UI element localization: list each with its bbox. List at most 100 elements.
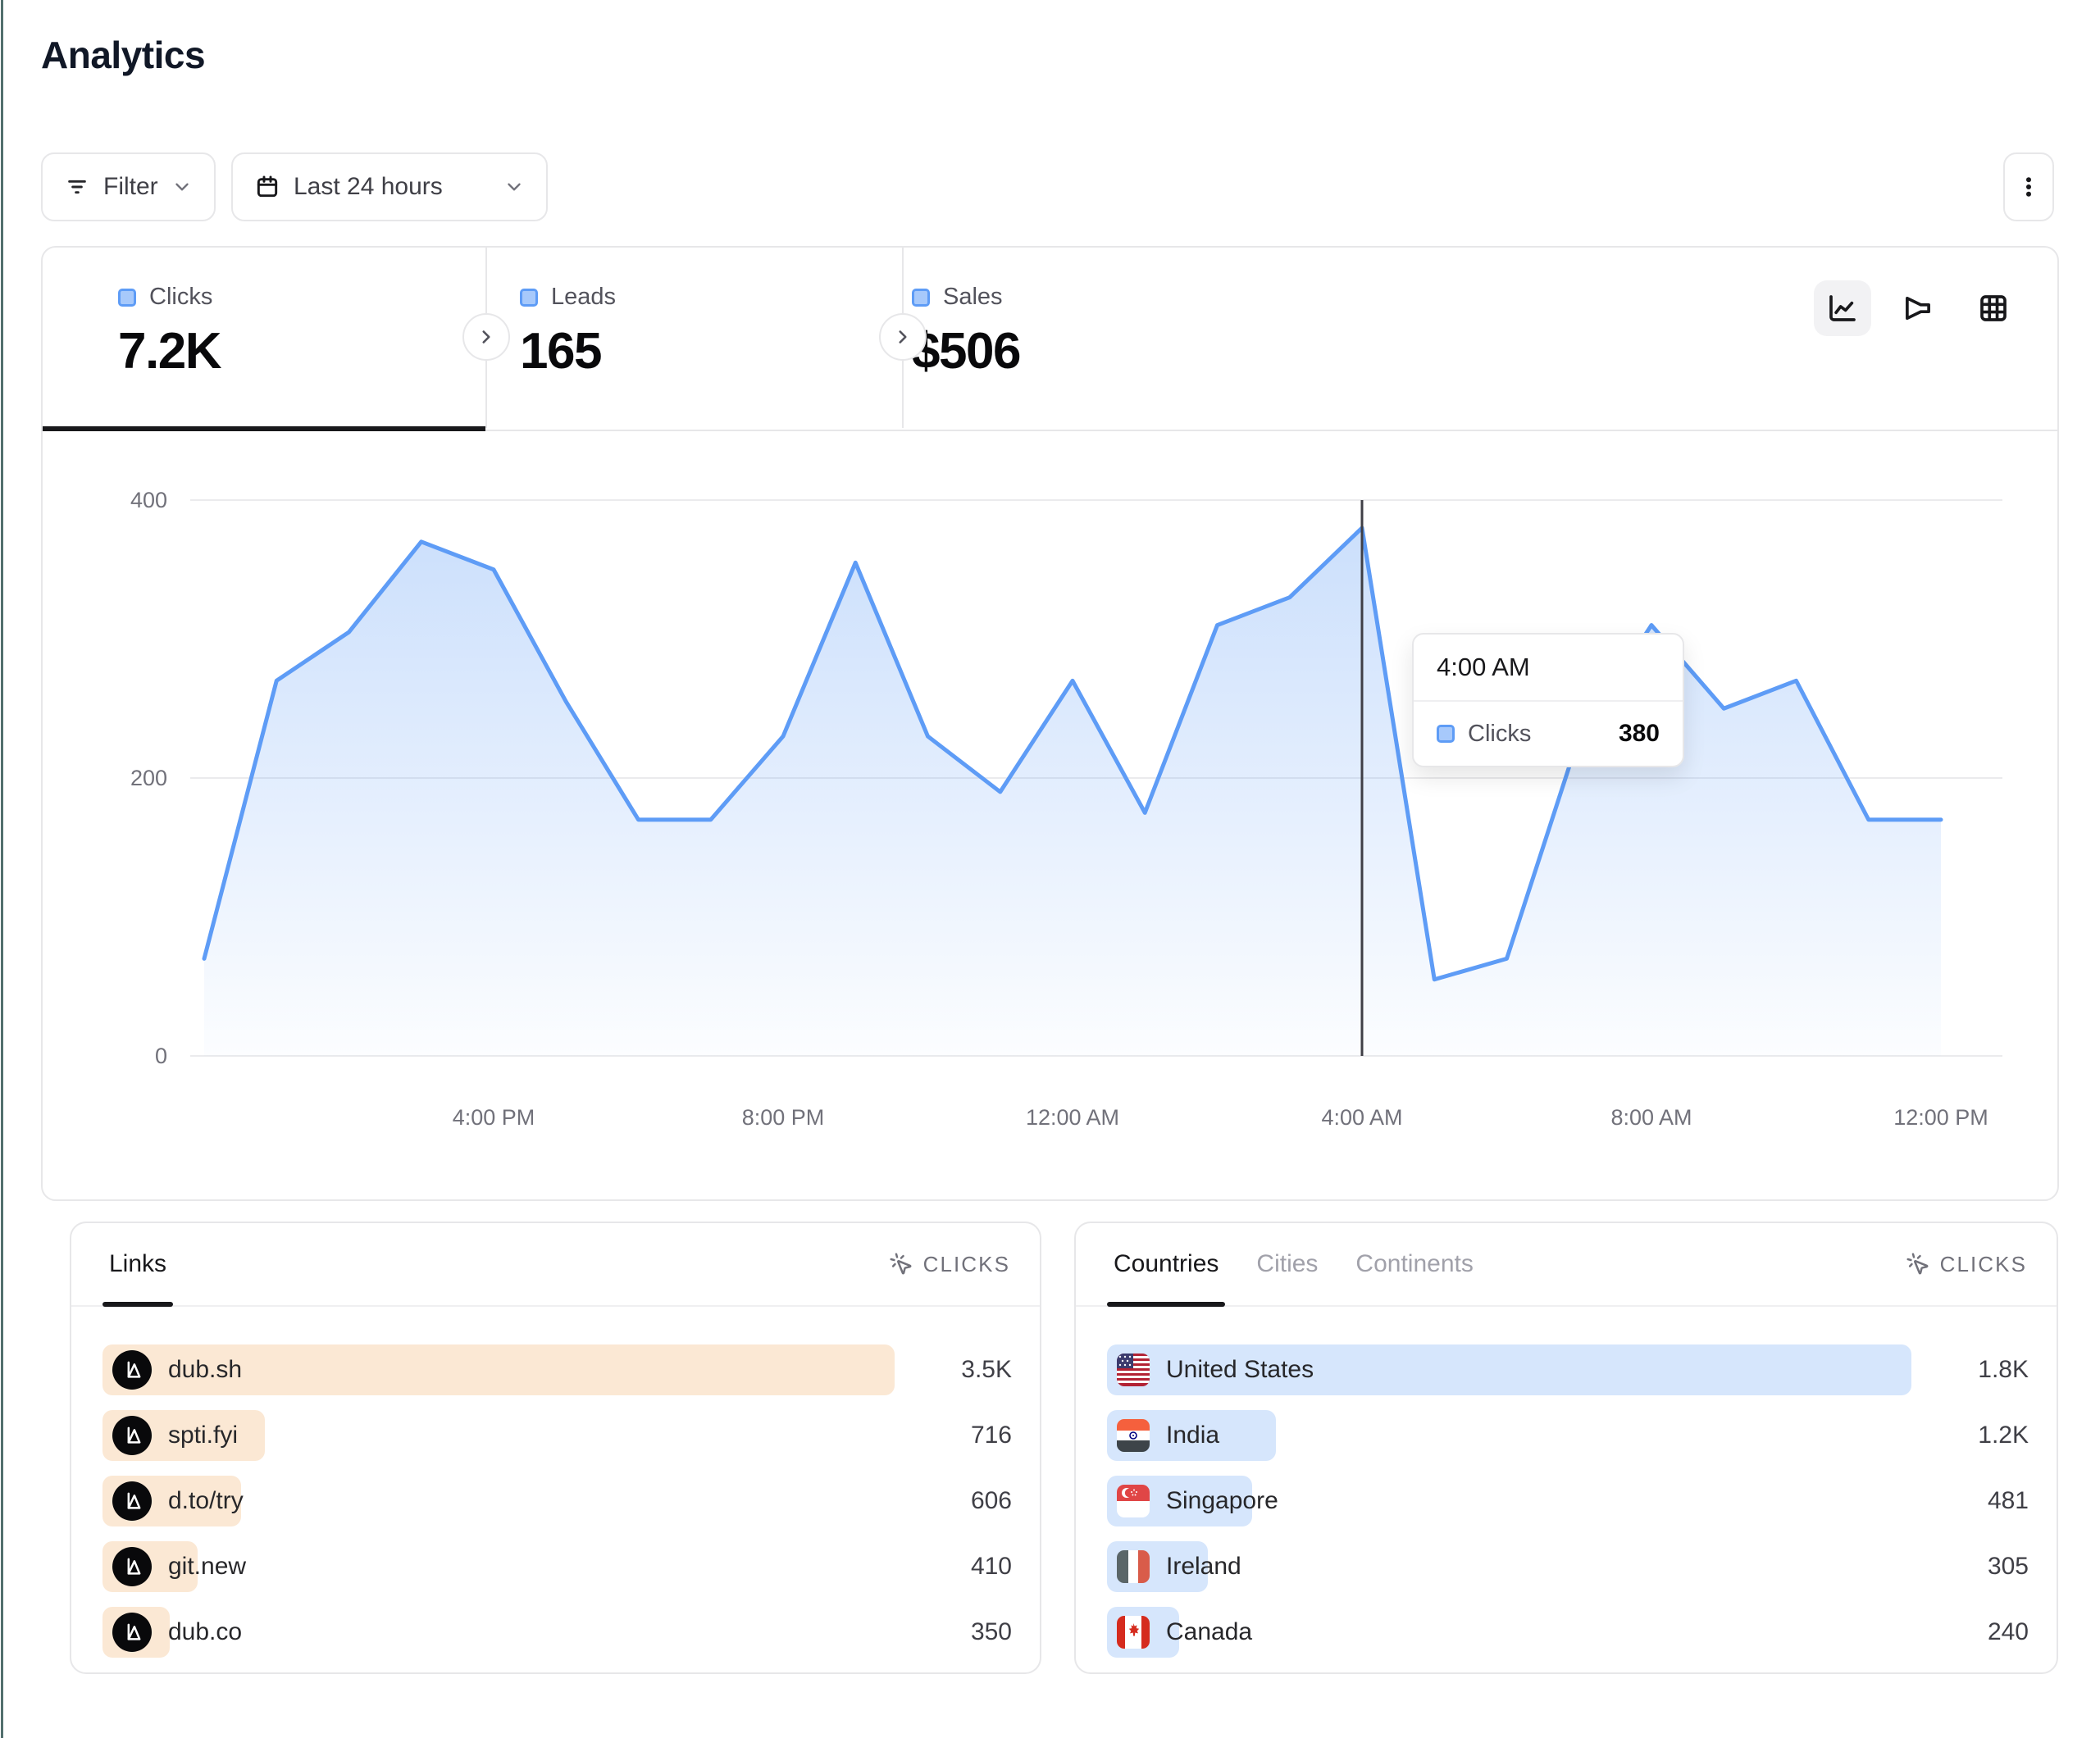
svg-text:8:00 AM: 8:00 AM <box>1610 1105 1692 1130</box>
metric-selector[interactable]: CLICKS <box>889 1252 1010 1277</box>
dub-logo-icon <box>112 1613 152 1652</box>
stat-value: 7.2K <box>118 322 221 380</box>
list-item-value: 481 <box>1934 1487 2029 1515</box>
stat-tab-leads[interactable]: Leads 165 <box>520 284 616 380</box>
chart-tooltip: 4:00 AM Clicks 380 <box>1412 633 1684 767</box>
chart-type-toggles <box>1814 280 2022 336</box>
metric-label: CLICKS <box>1940 1252 2027 1277</box>
stat-value: 165 <box>520 322 616 380</box>
tab-links[interactable]: Links <box>109 1223 166 1305</box>
line-chart-toggle[interactable] <box>1814 280 1871 336</box>
cursor-click-icon <box>1906 1252 1930 1276</box>
tooltip-series-label: Clicks <box>1468 721 1531 748</box>
clicks-area-chart[interactable]: 0 200 400 4:00 PM 8:00 PM 12:00 AM 4:00 AM 8:00… <box>43 430 2057 1201</box>
dub-logo-icon <box>112 1350 152 1390</box>
svg-text:4:00 PM: 4:00 PM <box>453 1105 535 1130</box>
list-item-value: 716 <box>918 1422 1012 1449</box>
list-item-value: 606 <box>918 1487 1012 1515</box>
svg-text:12:00 AM: 12:00 AM <box>1026 1105 1119 1130</box>
expand-clicks-button[interactable] <box>462 313 510 361</box>
list-item-label: United States <box>1166 1356 1314 1384</box>
metric-selector[interactable]: CLICKS <box>1906 1252 2027 1277</box>
line-chart-icon <box>1825 291 1860 325</box>
dub-logo-icon <box>112 1416 152 1455</box>
stat-label: Clicks <box>149 284 212 311</box>
links-panel-header: Links CLICKS <box>71 1223 1040 1307</box>
svg-text:200: 200 <box>130 766 167 790</box>
ireland-flag-icon <box>1117 1550 1150 1583</box>
dub-logo-icon <box>112 1547 152 1586</box>
list-item-value: 350 <box>918 1618 1012 1646</box>
list-item-label: d.to/try <box>168 1487 244 1515</box>
singapore-flag-icon <box>1117 1485 1150 1517</box>
leads-legend-swatch <box>520 289 538 307</box>
list-item-value: 410 <box>918 1553 1012 1581</box>
stat-tab-sales[interactable]: Sales $506 <box>912 284 1020 380</box>
list-item-label: India <box>1166 1422 1219 1449</box>
list-item[interactable]: spti.fyi 716 <box>102 1410 1012 1461</box>
list-item[interactable]: India 1.2K <box>1107 1410 2029 1461</box>
list-item[interactable]: dub.sh 3.5K <box>102 1344 1012 1395</box>
sales-legend-swatch <box>912 289 930 307</box>
links-panel: Links CLICKS dub.sh 3.5K spti.fy <box>70 1222 1041 1674</box>
geo-panel-header: Countries Cities Continents CLICKS <box>1076 1223 2057 1307</box>
tooltip-time: 4:00 AM <box>1414 635 1683 702</box>
list-item[interactable]: United States 1.8K <box>1107 1344 2029 1395</box>
list-item[interactable]: Canada 240 <box>1107 1607 2029 1658</box>
clicks-legend-swatch <box>1437 725 1455 743</box>
list-item[interactable]: d.to/try 606 <box>102 1476 1012 1526</box>
list-item-label: Ireland <box>1166 1553 1241 1581</box>
chevron-right-icon <box>476 326 497 348</box>
stat-value: $506 <box>912 322 1020 380</box>
filter-icon <box>64 174 90 200</box>
svg-text:0: 0 <box>155 1044 167 1068</box>
geo-panel: Countries Cities Continents CLICKS Unite… <box>1074 1222 2058 1674</box>
date-range-button[interactable]: Last 24 hours <box>231 152 548 221</box>
svg-text:4:00 AM: 4:00 AM <box>1321 1105 1402 1130</box>
analytics-card: Clicks 7.2K Leads 165 Sales $506 <box>41 246 2059 1201</box>
cursor-click-icon <box>889 1252 913 1276</box>
tooltip-value: 380 <box>1619 720 1660 748</box>
list-item-value: 1.2K <box>1934 1422 2029 1449</box>
list-item[interactable]: Ireland 305 <box>1107 1541 2029 1592</box>
filter-button[interactable]: Filter <box>41 152 216 221</box>
clicks-legend-swatch <box>118 289 136 307</box>
page-title: Analytics <box>41 33 205 77</box>
stats-tabs-row: Clicks 7.2K Leads 165 Sales $506 <box>43 248 2057 431</box>
date-range-label: Last 24 hours <box>294 173 443 201</box>
list-item-label: dub.sh <box>168 1356 242 1384</box>
tab-cities[interactable]: Cities <box>1256 1223 1318 1305</box>
clicks-chart[interactable]: 0 200 400 4:00 PM 8:00 PM 12:00 AM 4:00 AM 8:00… <box>43 430 2057 1201</box>
list-item-label: git.new <box>168 1553 246 1581</box>
chevron-down-icon <box>503 176 525 198</box>
more-menu-button[interactable] <box>2003 152 2054 221</box>
table-view-toggle[interactable] <box>1965 280 2022 336</box>
list-item[interactable]: Singapore 481 <box>1107 1476 2029 1526</box>
chevron-right-icon <box>892 326 913 348</box>
funnel-icon <box>1901 291 1935 325</box>
list-item[interactable]: git.new 410 <box>102 1541 1012 1592</box>
us-flag-icon <box>1117 1354 1150 1386</box>
list-item-value: 240 <box>1934 1618 2029 1646</box>
svg-text:8:00 PM: 8:00 PM <box>742 1105 825 1130</box>
funnel-chart-toggle[interactable] <box>1889 280 1947 336</box>
table-grid-icon <box>1976 291 2011 325</box>
tab-countries[interactable]: Countries <box>1114 1223 1219 1305</box>
page-edge-accent <box>1 0 3 1738</box>
svg-text:12:00 PM: 12:00 PM <box>1893 1105 1988 1130</box>
list-item[interactable]: dub.co 350 <box>102 1607 1012 1658</box>
svg-text:400: 400 <box>130 488 167 512</box>
list-item-label: Canada <box>1166 1618 1252 1646</box>
list-item-value: 1.8K <box>1934 1356 2029 1384</box>
expand-leads-button[interactable] <box>879 313 927 361</box>
list-item-label: dub.co <box>168 1618 242 1646</box>
tab-continents[interactable]: Continents <box>1355 1223 1473 1305</box>
links-list: dub.sh 3.5K spti.fyi 716 d.to/try 606 <box>71 1307 1040 1658</box>
countries-list: United States 1.8K India 1.2K Singapore … <box>1076 1307 2057 1658</box>
stat-label: Sales <box>943 284 1003 311</box>
list-item-value: 3.5K <box>918 1356 1012 1384</box>
stat-tab-clicks[interactable]: Clicks 7.2K <box>118 284 221 380</box>
chevron-down-icon <box>171 176 193 198</box>
canada-flag-icon <box>1117 1616 1150 1649</box>
analytics-page: Analytics Filter Last 24 hours <box>0 0 2100 1738</box>
